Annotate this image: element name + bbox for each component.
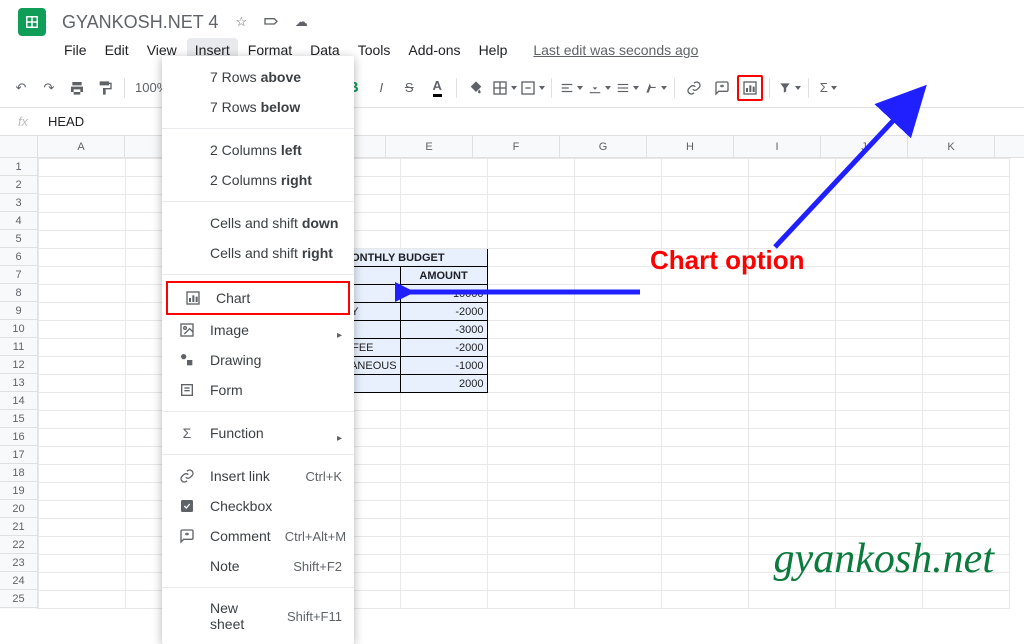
comment-icon[interactable] [709,75,735,101]
row-12[interactable]: 12 [0,356,37,374]
checkbox-icon [178,497,196,515]
row-22[interactable]: 22 [0,536,37,554]
row-24[interactable]: 24 [0,572,37,590]
menu-chart[interactable]: Chart [166,281,350,315]
wrap-icon[interactable] [614,75,640,101]
col-I[interactable]: I [734,136,821,157]
row-1[interactable]: 1 [0,158,37,176]
filter-icon[interactable] [776,75,802,101]
col-H[interactable]: H [647,136,734,157]
menu-new-sheet[interactable]: New sheetShift+F11 [162,594,354,638]
menu-edit[interactable]: Edit [97,38,137,62]
menu-help[interactable]: Help [471,38,516,62]
row-25[interactable]: 25 [0,590,37,608]
row-3[interactable]: 3 [0,194,37,212]
print-icon[interactable] [64,75,90,101]
row-5[interactable]: 5 [0,230,37,248]
row-20[interactable]: 20 [0,500,37,518]
col-A[interactable]: A [38,136,125,157]
menu-tools[interactable]: Tools [350,38,399,62]
menu-cols-right[interactable]: 2 Columns right [162,165,354,195]
insert-chart-icon[interactable] [737,75,763,101]
h-align-icon[interactable] [558,75,584,101]
row-6[interactable]: 6 [0,248,37,266]
col-G[interactable]: G [560,136,647,157]
menu-cells-down[interactable]: Cells and shift down [162,208,354,238]
row-17[interactable]: 17 [0,446,37,464]
toolbar: ↶ ↷ 100% Default (Ari... 10 B I S A Σ [0,68,1024,108]
menu-form[interactable]: Form [162,375,354,405]
row-7[interactable]: 7 [0,266,37,284]
sheets-logo[interactable] [18,8,46,36]
row-16[interactable]: 16 [0,428,37,446]
move-icon[interactable] [262,13,280,31]
menu-insert-link[interactable]: Insert linkCtrl+K [162,461,354,491]
menu-addons[interactable]: Add-ons [400,38,468,62]
col-J[interactable]: J [821,136,908,157]
row-18[interactable]: 18 [0,464,37,482]
menu-cols-left[interactable]: 2 Columns left [162,135,354,165]
col-K[interactable]: K [908,136,995,157]
fill-color-icon[interactable] [463,75,489,101]
row-23[interactable]: 23 [0,554,37,572]
chart-icon [184,289,202,307]
row-10[interactable]: 10 [0,320,37,338]
italic-button[interactable]: I [368,75,394,101]
edit-info[interactable]: Last edit was seconds ago [525,38,706,62]
comment-icon [178,527,196,545]
col-F[interactable]: F [473,136,560,157]
chart-option-callout: Chart option [650,245,805,276]
column-headers: A B C D E F G H I J K [0,136,1024,158]
col-E[interactable]: E [386,136,473,157]
text-color-button[interactable]: A [424,75,450,101]
menu-image[interactable]: Image [162,315,354,345]
menu-rows-above[interactable]: 7 Rows above [162,62,354,92]
row-headers: 1234567891011121314151617181920212223242… [0,158,38,609]
menu-file[interactable]: File [56,38,95,62]
merge-icon[interactable] [519,75,545,101]
fx-label: fx [8,114,38,129]
menu-note[interactable]: NoteShift+F2 [162,551,354,581]
menu-rows-below[interactable]: 7 Rows below [162,92,354,122]
row-8[interactable]: 8 [0,284,37,302]
menu-comment[interactable]: CommentCtrl+Alt+M [162,521,354,551]
insert-menu-dropdown: 7 Rows above 7 Rows below 2 Columns left… [162,56,354,644]
menu-checkbox[interactable]: Checkbox [162,491,354,521]
row-11[interactable]: 11 [0,338,37,356]
sigma-icon: Σ [178,424,196,442]
row-13[interactable]: 13 [0,374,37,392]
row-14[interactable]: 14 [0,392,37,410]
drawing-icon [178,351,196,369]
link-icon[interactable] [681,75,707,101]
v-align-icon[interactable] [586,75,612,101]
functions-icon[interactable]: Σ [815,75,841,101]
menu-function[interactable]: ΣFunction [162,418,354,448]
star-icon[interactable]: ☆ [232,13,250,31]
row-4[interactable]: 4 [0,212,37,230]
row-19[interactable]: 19 [0,482,37,500]
undo-icon[interactable]: ↶ [8,75,34,101]
redo-icon[interactable]: ↷ [36,75,62,101]
watermark: gyankosh.net [774,535,994,583]
formula-bar: fx HEAD [0,108,1024,136]
row-9[interactable]: 9 [0,302,37,320]
menubar: File Edit View Insert Format Data Tools … [0,38,1024,68]
strike-button[interactable]: S [396,75,422,101]
row-15[interactable]: 15 [0,410,37,428]
rotate-icon[interactable] [642,75,668,101]
menu-cells-right[interactable]: Cells and shift right [162,238,354,268]
cloud-icon[interactable]: ☁ [292,13,310,31]
row-2[interactable]: 2 [0,176,37,194]
menu-drawing[interactable]: Drawing [162,345,354,375]
image-icon [178,321,196,339]
form-icon [178,381,196,399]
document-title[interactable]: GYANKOSH.NET 4 [56,10,224,35]
borders-icon[interactable] [491,75,517,101]
link-icon [178,467,196,485]
paint-format-icon[interactable] [92,75,118,101]
row-21[interactable]: 21 [0,518,37,536]
formula-value[interactable]: HEAD [38,114,84,129]
